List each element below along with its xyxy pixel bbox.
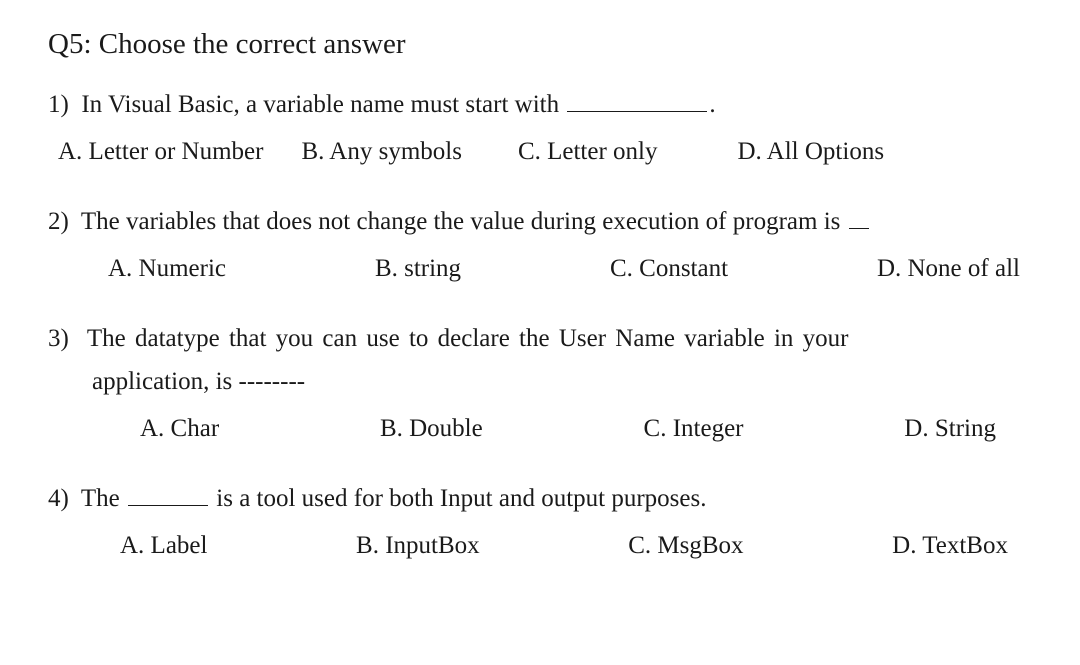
option-b: B. Any symbols	[301, 138, 461, 166]
blank-fill	[567, 111, 707, 112]
question-prompt: In Visual Basic, a variable name must st…	[81, 91, 565, 118]
question-3-options: A. Char B. Double C. Integer D. String	[48, 415, 1032, 443]
option-d: D. All Options	[738, 138, 885, 166]
question-1-text: 1) In Visual Basic, a variable name must…	[48, 87, 1032, 122]
question-number: 1)	[48, 91, 69, 118]
option-c: C. MsgBox	[628, 532, 743, 560]
question-4-text: 4) The is a tool used for both Input and…	[48, 481, 1032, 516]
question-prompt-after: is a tool used for both Input and output…	[210, 485, 706, 512]
question-4-options: A. Label B. InputBox C. MsgBox D. TextBo…	[48, 532, 1032, 560]
option-c: C. Constant	[610, 255, 728, 283]
question-suffix: .	[709, 91, 715, 118]
option-b: B. Double	[380, 415, 483, 443]
option-c: C. Integer	[644, 415, 744, 443]
option-d: D. None of all	[877, 255, 1020, 283]
question-prompt-line1: The datatype that you can use to declare…	[87, 325, 849, 352]
option-a: A. Label	[120, 532, 207, 560]
blank-fill	[128, 505, 208, 506]
option-d: D. String	[904, 415, 996, 443]
question-prompt: The variables that does not change the v…	[81, 208, 847, 235]
question-number: 4)	[48, 485, 69, 512]
option-d: D. TextBox	[892, 532, 1008, 560]
option-b: B. string	[375, 255, 461, 283]
question-1-options: A. Letter or Number B. Any symbols C. Le…	[48, 138, 1032, 166]
question-number: 3)	[48, 325, 69, 352]
option-a: A. Char	[140, 415, 219, 443]
question-2-options: A. Numeric B. string C. Constant D. None…	[48, 255, 1032, 283]
question-prompt-line2: application, is --------	[92, 368, 305, 395]
question-prompt-before: The	[81, 485, 126, 512]
question-number: 2)	[48, 208, 69, 235]
option-c: C. Letter only	[518, 138, 658, 166]
quiz-title: Q5: Choose the correct answer	[48, 28, 1032, 61]
question-3-text: 3) The datatype that you can use to decl…	[48, 321, 1032, 356]
question-2-text: 2) The variables that does not change th…	[48, 204, 1032, 239]
option-a: A. Letter or Number	[58, 138, 263, 166]
option-b: B. InputBox	[356, 532, 480, 560]
blank-fill	[849, 228, 869, 229]
option-a: A. Numeric	[108, 255, 226, 283]
question-3-text-line2: application, is --------	[48, 364, 1032, 399]
